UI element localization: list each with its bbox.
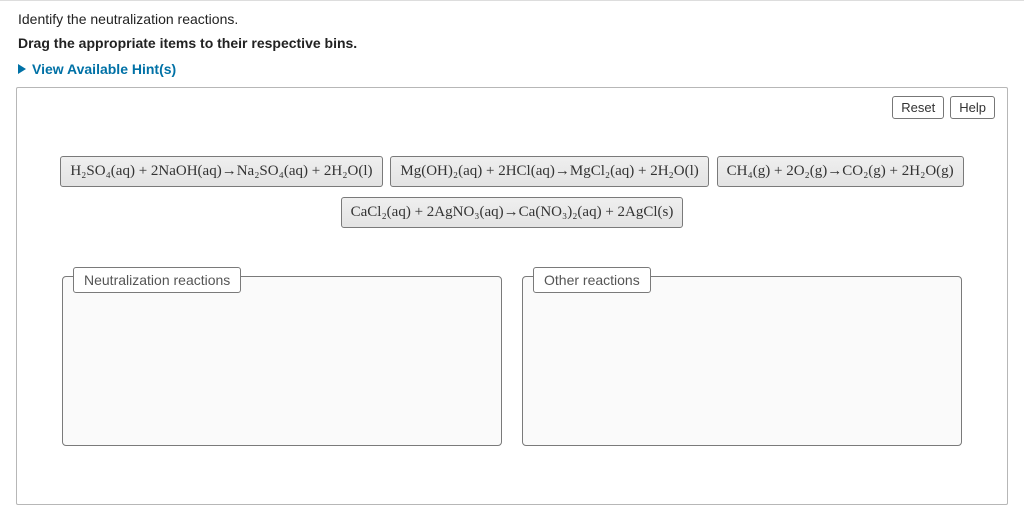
view-hints-label: View Available Hint(s) [32,61,176,77]
view-hints-toggle[interactable]: View Available Hint(s) [18,61,176,77]
chevron-right-icon [18,64,26,74]
reaction-tile-4[interactable]: CaCl₂(aq) + 2AgNO₃(aq)→Ca(NO₃)₂(aq) + 2A… [341,197,684,228]
question-instruction: Drag the appropriate items to their resp… [0,31,1024,61]
reaction-tile-3[interactable]: CH₄(g) + 2O₂(g)→CO₂(g) + 2H₂O(g) [717,156,964,187]
question-intro: Identify the neutralization reactions. [0,1,1024,31]
bin-other[interactable]: Other reactions [522,276,962,446]
drag-drop-panel: Reset Help H₂SO₄(aq) + 2NaOH(aq)→Na₂SO₄(… [16,87,1008,505]
bin-neutralization[interactable]: Neutralization reactions [62,276,502,446]
reaction-tile-2[interactable]: Mg(OH)₂(aq) + 2HCl(aq)→MgCl₂(aq) + 2H₂O(… [390,156,708,187]
bin-neutralization-label: Neutralization reactions [73,267,241,293]
reaction-tile-1[interactable]: H₂SO₄(aq) + 2NaOH(aq)→Na₂SO₄(aq) + 2H₂O(… [60,156,382,187]
help-button[interactable]: Help [950,96,995,119]
bin-other-label: Other reactions [533,267,651,293]
reset-button[interactable]: Reset [892,96,944,119]
